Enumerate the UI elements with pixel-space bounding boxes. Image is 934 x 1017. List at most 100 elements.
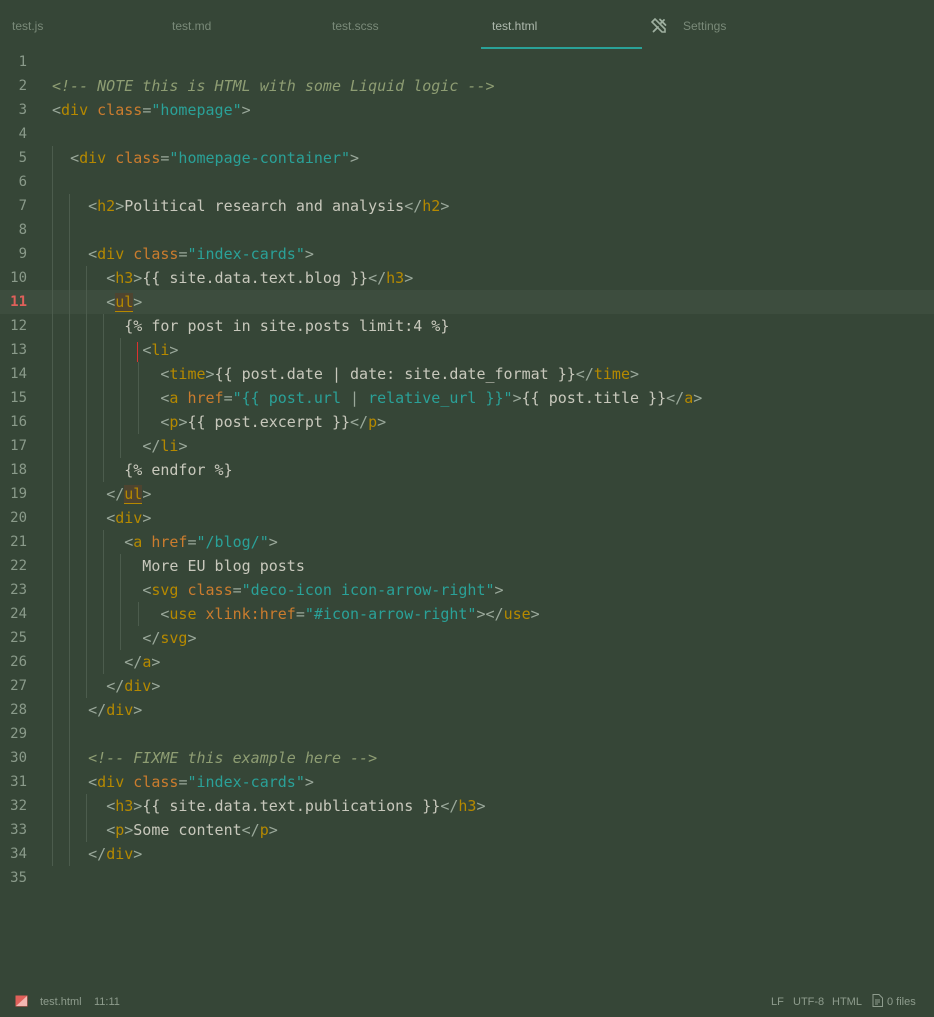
code-line[interactable]: 14 <time>{{ post.date | date: site.date_…: [0, 362, 934, 386]
line-code: <h3>{{ site.data.text.blog }}</h3>: [106, 269, 414, 287]
line-number: 24: [10, 606, 27, 622]
code-line[interactable]: 28 </div>: [0, 698, 934, 722]
line-code: </ul>: [106, 485, 152, 504]
line-number: 11: [10, 294, 27, 310]
line-code: </svg>: [142, 629, 197, 647]
code-line[interactable]: 17 </li>: [0, 434, 934, 458]
code-line[interactable]: 10 <h3>{{ site.data.text.blog }}</h3>: [0, 266, 934, 290]
line-number: 23: [10, 582, 27, 598]
status-cursor-position[interactable]: 11:11: [94, 995, 120, 1009]
code-line[interactable]: 18 {% endfor %}: [0, 458, 934, 482]
code-line[interactable]: 33 <p>Some content</p>: [0, 818, 934, 842]
code-line[interactable]: 8: [0, 218, 934, 242]
tools-icon[interactable]: [651, 18, 667, 34]
status-bar: test.html 11:11 LF UTF-8 HTML 0 files: [0, 988, 934, 1017]
line-number: 17: [10, 438, 27, 454]
code-line[interactable]: 29: [0, 722, 934, 746]
code-line[interactable]: 7 <h2>Political research and analysis</h…: [0, 194, 934, 218]
line-code: <!-- FIXME this example here -->: [88, 749, 378, 767]
code-line[interactable]: 32 <h3>{{ site.data.text.publications }}…: [0, 794, 934, 818]
line-code: <!-- NOTE this is HTML with some Liquid …: [52, 77, 495, 95]
code-line[interactable]: 2 <!-- NOTE this is HTML with some Liquid…: [0, 74, 934, 98]
line-number: 16: [10, 414, 27, 430]
line-code: <div class="homepage">: [52, 101, 251, 119]
line-code: <a href="{{ post.url | relative_url }}">…: [160, 389, 703, 407]
code-line[interactable]: 24 <use xlink:href="#icon-arrow-right"><…: [0, 602, 934, 626]
code-line[interactable]: 15 <a href="{{ post.url | relative_url }…: [0, 386, 934, 410]
line-number: 4: [18, 126, 27, 142]
code-line[interactable]: 19 </ul>: [0, 482, 934, 506]
line-code: <div>: [106, 509, 152, 527]
code-line[interactable]: 35: [0, 866, 934, 890]
status-encoding[interactable]: UTF-8: [793, 995, 824, 1009]
tab-settings[interactable]: Settings: [683, 0, 726, 50]
line-code: <use xlink:href="#icon-arrow-right"></us…: [160, 605, 540, 623]
error-icon[interactable]: [15, 995, 28, 1007]
code-line[interactable]: 16 <p>{{ post.excerpt }}</p>: [0, 410, 934, 434]
code-line[interactable]: 12 {% for post in site.posts limit:4 %}: [0, 314, 934, 338]
line-number: 6: [18, 174, 27, 190]
files-icon: [872, 994, 883, 1007]
code-line[interactable]: 1: [0, 50, 934, 74]
indent-guide: [86, 266, 87, 698]
active-tab-indicator: [481, 47, 642, 49]
code-line[interactable]: 26 </a>: [0, 650, 934, 674]
line-number: 20: [10, 510, 27, 526]
code-line[interactable]: 20 <div>: [0, 506, 934, 530]
code-line[interactable]: 4: [0, 122, 934, 146]
code-line[interactable]: 3 <div class="homepage">: [0, 98, 934, 122]
line-number: 25: [10, 630, 27, 646]
code-line[interactable]: 11 <ul>: [0, 290, 934, 314]
tab-test-scss[interactable]: test.scss: [332, 0, 379, 50]
code-line[interactable]: 31 <div class="index-cards">: [0, 770, 934, 794]
line-number: 30: [10, 750, 27, 766]
code-line[interactable]: 23 <svg class="deco-icon icon-arrow-righ…: [0, 578, 934, 602]
line-code: <div class="index-cards">: [88, 773, 314, 791]
line-code: {% endfor %}: [52, 461, 233, 479]
line-number: 27: [10, 678, 27, 694]
code-line[interactable]: 22 More EU blog posts: [0, 554, 934, 578]
text-cursor: [137, 342, 138, 362]
line-number: 2: [18, 78, 27, 94]
code-line[interactable]: 25 </svg>: [0, 626, 934, 650]
line-code: <li>: [142, 341, 179, 359]
tab-test-md[interactable]: test.md: [172, 0, 211, 50]
line-number: 34: [10, 846, 27, 862]
line-code: </div>: [88, 701, 143, 719]
code-line[interactable]: 30 <!-- FIXME this example here -->: [0, 746, 934, 770]
line-number: 7: [18, 198, 27, 214]
tab-test-html[interactable]: test.html: [492, 0, 537, 50]
line-number: 1: [18, 54, 27, 70]
code-line[interactable]: 27 </div>: [0, 674, 934, 698]
indent-guide: [52, 146, 53, 866]
tab-test-js[interactable]: test.js: [12, 0, 43, 50]
code-line[interactable]: 9 <div class="index-cards">: [0, 242, 934, 266]
status-language[interactable]: HTML: [832, 995, 862, 1009]
code-line[interactable]: 21 <a href="/blog/">: [0, 530, 934, 554]
status-file-name[interactable]: test.html: [40, 995, 82, 1009]
line-number: 18: [10, 462, 27, 478]
indent-guide: [138, 362, 139, 434]
line-code: {% for post in site.posts limit:4 %}: [52, 317, 450, 335]
line-number: 9: [18, 246, 27, 262]
line-code: <h2>Political research and analysis</h2>: [88, 197, 450, 215]
code-editor[interactable]: 1 2 <!-- NOTE this is HTML with some Liqui…: [0, 50, 934, 988]
indent-guide: [120, 338, 121, 458]
status-files[interactable]: 0 files: [887, 995, 916, 1009]
code-line[interactable]: 5 <div class="homepage-container">: [0, 146, 934, 170]
code-line[interactable]: 6: [0, 170, 934, 194]
code-line[interactable]: 13 <li>: [0, 338, 934, 362]
line-number: 33: [10, 822, 27, 838]
indent-guide: [103, 314, 104, 482]
line-number: 19: [10, 486, 27, 502]
line-number: 31: [10, 774, 27, 790]
line-number: 8: [18, 222, 27, 238]
line-number: 12: [10, 318, 27, 334]
line-number: 14: [10, 366, 27, 382]
line-number: 3: [18, 102, 27, 118]
indent-guide: [86, 794, 87, 842]
code-line[interactable]: 34 </div>: [0, 842, 934, 866]
status-line-ending[interactable]: LF: [771, 995, 784, 1009]
line-code: <h3>{{ site.data.text.publications }}</h…: [106, 797, 486, 815]
indent-guide: [103, 530, 104, 674]
